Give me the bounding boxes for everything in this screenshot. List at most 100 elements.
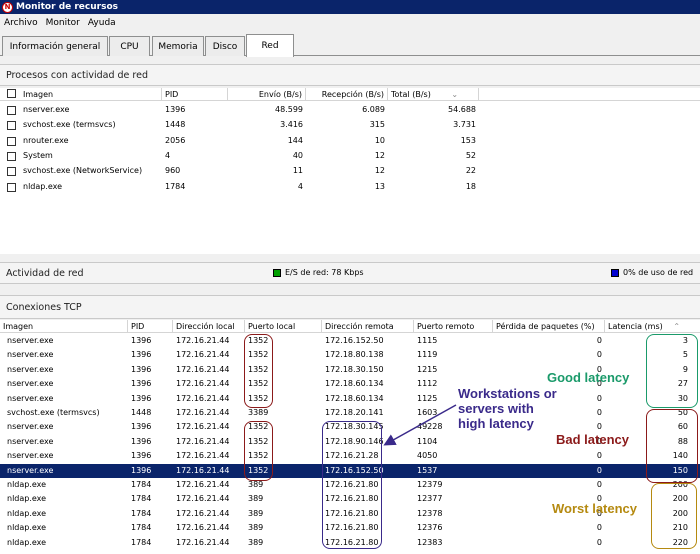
tcp-cell-puerto-local: 1352 — [248, 451, 269, 461]
processes-panel-title: Procesos con actividad de red — [6, 69, 148, 81]
tcp-cell-imagen: nldap.exe — [7, 508, 47, 518]
process-row-checkbox[interactable] — [7, 167, 16, 177]
tab-memoria[interactable]: Memoria — [152, 36, 204, 56]
tcp-cell-direccion-remota: 172.18.60.134 — [325, 379, 384, 389]
tcp-row[interactable]: nserver.exe 1396 172.16.21.44 1352 172.18.80… — [0, 348, 700, 362]
tcp-cell-pid: 1784 — [131, 494, 152, 504]
sort-up-icon: ⌃ — [673, 322, 681, 331]
col-pid[interactable]: PID — [162, 88, 228, 101]
process-cell-imagen: svchost.exe (termsvcs) — [23, 120, 116, 130]
menu-bar: Archivo Monitor Ayuda — [0, 14, 700, 32]
tcp-cell-direccion-local: 172.16.21.44 — [176, 408, 230, 417]
tab-red[interactable]: Red — [246, 34, 294, 57]
tcp-cell-latencia: 150 — [672, 465, 688, 475]
tcp-cell-pid: 1396 — [131, 393, 152, 403]
tcp-cell-pid: 1396 — [131, 336, 152, 345]
usage-label: 0% de uso de red — [623, 268, 694, 277]
col-imagen[interactable]: Imagen — [20, 88, 162, 101]
menu-archivo[interactable]: Archivo — [0, 18, 42, 28]
col-total[interactable]: Total (B/s) ⌄ — [388, 88, 479, 101]
process-cell-total: 18 — [465, 181, 476, 191]
process-cell-recepcion: 13 — [374, 181, 385, 191]
tcp-col-direccion-local[interactable]: Dirección local — [173, 320, 245, 333]
col-envio[interactable]: Envío (B/s) — [228, 88, 306, 101]
tcp-cell-imagen: nldap.exe — [7, 523, 47, 533]
tab-disco[interactable]: Disco — [205, 36, 245, 56]
tcp-row[interactable]: nserver.exe 1396 172.16.21.44 1352 172.16.15… — [0, 334, 700, 348]
tab-informacion-general[interactable]: Información general — [2, 36, 108, 56]
tcp-cell-imagen: nldap.exe — [7, 537, 47, 547]
tab-strip: Información general CPU Memoria Disco Re… — [0, 34, 700, 57]
process-row-checkbox[interactable] — [7, 136, 16, 146]
tcp-panel-header[interactable]: Conexiones TCP — [0, 295, 700, 319]
tcp-row[interactable]: nldap.exe 1784 172.16.21.44 389 172.16.21.80… — [0, 478, 700, 492]
tcp-cell-imagen: nserver.exe — [7, 336, 54, 345]
processes-select-all-checkbox[interactable] — [7, 89, 16, 98]
tcp-cell-puerto-local: 1352 — [248, 364, 269, 374]
tcp-row[interactable]: svchost.exe (termsvcs) 1448 172.16.21.44 33… — [0, 406, 700, 420]
process-cell-pid: 4 — [165, 150, 171, 160]
annotation-worst-latency: Worst latency — [552, 501, 638, 516]
tcp-cell-perdida: 0 — [596, 480, 602, 489]
process-cell-envio: 3.416 — [280, 120, 303, 130]
col-recepcion[interactable]: Recepción (B/s) — [306, 88, 388, 101]
process-cell-total: 3.731 — [453, 120, 476, 130]
tcp-cell-perdida: 0 — [596, 465, 602, 475]
processes-panel-header[interactable]: Procesos con actividad de red — [0, 64, 700, 86]
process-cell-pid: 2056 — [165, 135, 186, 145]
tcp-cell-imagen: nserver.exe — [7, 379, 54, 389]
tcp-cell-puerto-remoto: 12379 — [417, 480, 443, 489]
tcp-row[interactable]: nserver.exe 1396 172.16.21.44 1352 172.18.60… — [0, 392, 700, 406]
tcp-cell-direccion-remota: 172.16.21.80 — [325, 523, 379, 533]
process-cell-envio: 48.599 — [275, 105, 303, 114]
tcp-cell-puerto-local: 1352 — [248, 436, 269, 446]
tcp-cell-puerto-local: 389 — [248, 537, 264, 547]
tab-cpu[interactable]: CPU — [109, 36, 150, 56]
tcp-cell-perdida: 0 — [596, 350, 602, 360]
tcp-cell-direccion-local: 172.16.21.44 — [176, 379, 230, 389]
tcp-col-puerto-local[interactable]: Puerto local — [245, 320, 322, 333]
tcp-cell-pid: 1396 — [131, 451, 152, 461]
tcp-col-puerto-remoto[interactable]: Puerto remoto — [414, 320, 493, 333]
process-row[interactable]: nserver.exe 1396 48.599 6.089 54.688 — [0, 103, 700, 117]
tcp-cell-direccion-remota: 172.18.60.134 — [325, 393, 384, 403]
process-cell-envio: 144 — [287, 135, 303, 145]
tcp-cell-pid: 1448 — [131, 408, 152, 417]
process-cell-total: 54.688 — [448, 105, 476, 114]
tcp-col-imagen[interactable]: Imagen — [0, 320, 128, 333]
tcp-cell-direccion-local: 172.16.21.44 — [176, 451, 230, 461]
tcp-col-pid[interactable]: PID — [128, 320, 173, 333]
process-row[interactable]: nldap.exe 1784 4 13 18 — [0, 180, 700, 194]
process-cell-envio: 11 — [292, 166, 303, 176]
tcp-cell-direccion-remota: 172.16.21.80 — [325, 508, 379, 518]
process-row[interactable]: svchost.exe (NetworkService) 960 11 12 22 — [0, 164, 700, 178]
tcp-col-latencia[interactable]: Latencia (ms) ⌃ — [605, 320, 700, 333]
tcp-cell-imagen: svchost.exe (termsvcs) — [7, 408, 100, 417]
process-row[interactable]: svchost.exe (termsvcs) 1448 3.416 315 3.731 — [0, 118, 700, 132]
process-row[interactable]: System 4 40 12 52 — [0, 149, 700, 163]
tcp-cell-puerto-local: 1352 — [248, 422, 269, 432]
annotation-bad-latency: Bad latency — [556, 432, 629, 447]
tcp-cell-direccion-remota: 172.16.21.28 — [325, 451, 379, 461]
tcp-cell-latencia: 140 — [672, 451, 688, 461]
tcp-cell-puerto-local: 1352 — [248, 350, 269, 360]
tcp-row[interactable]: nserver.exe 1396 172.16.21.44 1352 172.16.15… — [0, 463, 700, 478]
process-row-checkbox[interactable] — [7, 151, 16, 161]
tcp-cell-pid: 1396 — [131, 465, 152, 475]
process-row-checkbox[interactable] — [7, 182, 16, 192]
tcp-row[interactable]: nldap.exe 1784 172.16.21.44 389 172.16.21.80… — [0, 521, 700, 535]
menu-monitor[interactable]: Monitor — [42, 18, 84, 28]
tcp-cell-direccion-local: 172.16.21.44 — [176, 494, 230, 504]
tcp-cell-direccion-local: 172.16.21.44 — [176, 336, 230, 345]
tcp-col-direccion-remota[interactable]: Dirección remota — [322, 320, 414, 333]
process-row-checkbox[interactable] — [7, 106, 16, 115]
tcp-cell-direccion-local: 172.16.21.44 — [176, 364, 230, 374]
tcp-col-perdida[interactable]: Pérdida de paquetes (%) — [493, 320, 605, 333]
tcp-row[interactable]: nserver.exe 1396 172.16.21.44 1352 172.16.21… — [0, 449, 700, 463]
tcp-row[interactable]: nldap.exe 1784 172.16.21.44 389 172.16.21.80… — [0, 536, 700, 550]
process-row[interactable]: nrouter.exe 2056 144 10 153 — [0, 134, 700, 148]
annotation-good-latency: Good latency — [547, 370, 630, 385]
menu-ayuda[interactable]: Ayuda — [84, 18, 120, 28]
process-row-checkbox[interactable] — [7, 121, 16, 131]
tcp-cell-puerto-local: 389 — [248, 480, 264, 489]
